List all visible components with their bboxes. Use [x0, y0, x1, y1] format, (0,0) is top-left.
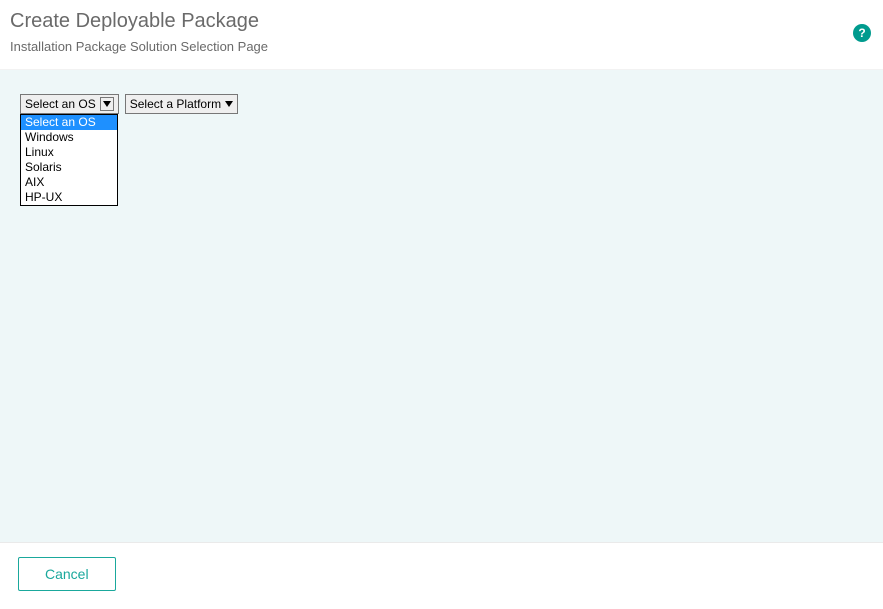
content-panel: Select an OS Select an OS Windows Linux …	[0, 70, 883, 542]
os-option-linux[interactable]: Linux	[21, 145, 117, 160]
platform-select[interactable]: Select a Platform	[125, 94, 238, 114]
page-title: Create Deployable Package	[10, 10, 873, 33]
os-select-listbox[interactable]: Select an OS Windows Linux Solaris AIX H…	[20, 114, 118, 206]
page-subtitle: Installation Package Solution Selection …	[10, 39, 873, 54]
platform-select-label: Select a Platform	[130, 97, 221, 111]
os-option-hp-ux[interactable]: HP-UX	[21, 190, 117, 205]
os-option-solaris[interactable]: Solaris	[21, 160, 117, 175]
chevron-down-icon	[225, 101, 233, 107]
os-option-windows[interactable]: Windows	[21, 130, 117, 145]
cancel-button[interactable]: Cancel	[18, 557, 116, 591]
os-select-label: Select an OS	[25, 97, 96, 111]
help-icon[interactable]: ?	[853, 24, 871, 42]
chevron-down-icon	[100, 97, 114, 111]
page-header: Create Deployable Package Installation P…	[0, 0, 883, 70]
os-option-aix[interactable]: AIX	[21, 175, 117, 190]
os-option-select-an-os[interactable]: Select an OS	[21, 115, 117, 130]
os-select[interactable]: Select an OS	[20, 94, 119, 114]
page-footer: Cancel	[0, 542, 883, 609]
